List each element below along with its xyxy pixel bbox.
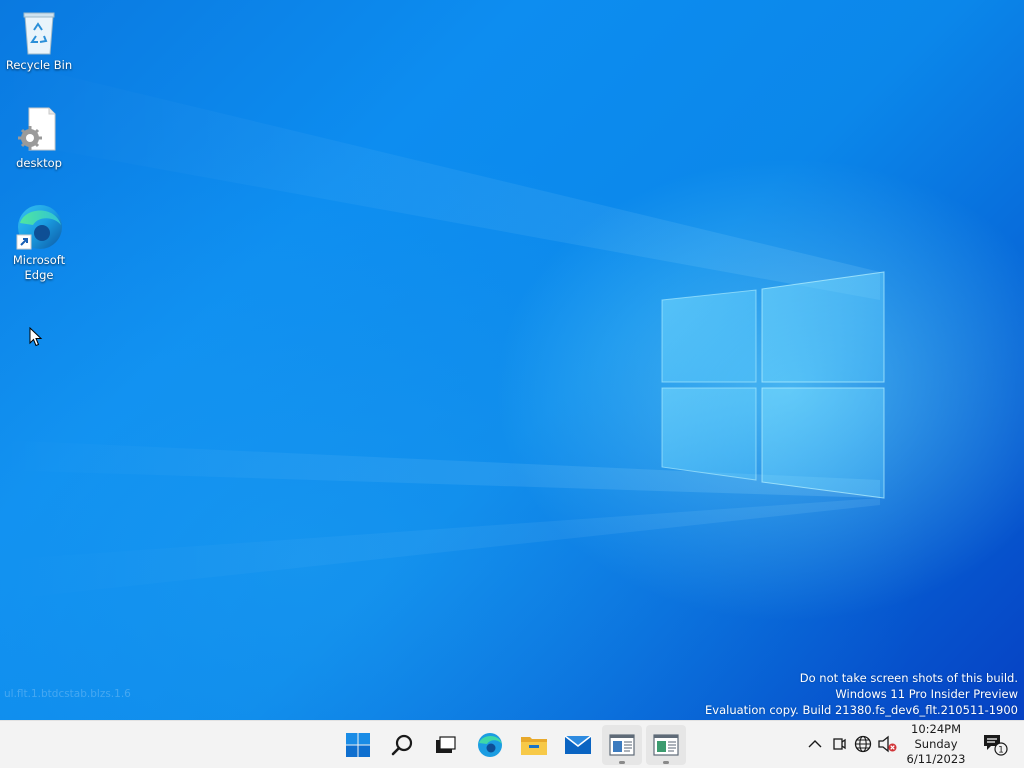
desktop-icon-label: Recycle Bin (5, 58, 73, 72)
edge-shortcut-icon (15, 203, 63, 251)
task-view-icon (436, 736, 456, 753)
desktop-icon-label: Microsoft Edge (12, 253, 66, 282)
recycle-bin-icon (15, 8, 63, 56)
file-explorer-icon (521, 737, 547, 755)
notification-count: 1 (998, 746, 1004, 756)
desktop-icon-label: desktop (16, 156, 62, 170)
start-button[interactable] (338, 725, 378, 765)
settings-file-icon (15, 106, 63, 154)
mouse-pointer-icon (29, 327, 43, 347)
search-button[interactable] (382, 725, 422, 765)
clock-day: Sunday (914, 737, 958, 751)
watermark-line: Evaluation copy. Build 21380.fs_dev6_flt… (705, 703, 1018, 717)
clock-date: 6/11/2023 (906, 752, 966, 766)
running-indicator (663, 761, 669, 764)
app-window-icon (653, 734, 679, 756)
watermark-line: Windows 11 Pro Insider Preview (835, 687, 1018, 701)
show-hidden-icons-button[interactable] (804, 733, 826, 755)
action-center-icon: 1 (984, 735, 1008, 756)
taskbar-file-explorer-button[interactable] (514, 725, 554, 765)
faint-overlay-text: ul.flt.1.btdcstab.blzs.1.6 (4, 688, 131, 700)
wallpaper-windows-logo (0, 60, 885, 600)
chevron-up-icon (808, 740, 822, 748)
meet-now-icon (833, 738, 846, 750)
taskbar-edge-button[interactable] (470, 725, 510, 765)
desktop-background[interactable]: Recycle Bin desktop Microsoft Edge ul.fl… (0, 0, 1024, 720)
desktop-icon-desktop-file[interactable]: desktop (4, 106, 74, 171)
desktop-icon-recycle-bin[interactable]: Recycle Bin (4, 8, 74, 73)
build-watermark: Do not take screen shots of this build. … (705, 670, 1018, 718)
app-window-icon (609, 734, 635, 756)
clock-time: 10:24PM (911, 722, 961, 736)
volume-muted-icon (878, 735, 897, 753)
taskbar-window-2-button[interactable] (646, 725, 686, 765)
taskbar: 10:24PM Sunday 6/11/2023 1 (0, 720, 1024, 768)
watermark-line: Do not take screen shots of this build. (799, 671, 1018, 685)
mail-icon (564, 735, 592, 754)
taskbar-window-1-button[interactable] (602, 725, 642, 765)
search-icon (391, 734, 413, 756)
windows-start-icon (346, 733, 370, 757)
edge-icon (478, 733, 502, 757)
volume-button[interactable] (876, 733, 898, 755)
network-button[interactable] (852, 733, 874, 755)
action-center-button[interactable]: 1 (982, 733, 1008, 756)
taskbar-clock[interactable]: 10:24PM Sunday 6/11/2023 (896, 722, 976, 767)
taskbar-mail-button[interactable] (558, 725, 598, 765)
desktop-icon-microsoft-edge[interactable]: Microsoft Edge (4, 203, 74, 283)
meet-now-button[interactable] (828, 733, 850, 755)
task-view-button[interactable] (425, 725, 465, 765)
network-globe-icon (854, 735, 872, 753)
running-indicator (619, 761, 625, 764)
